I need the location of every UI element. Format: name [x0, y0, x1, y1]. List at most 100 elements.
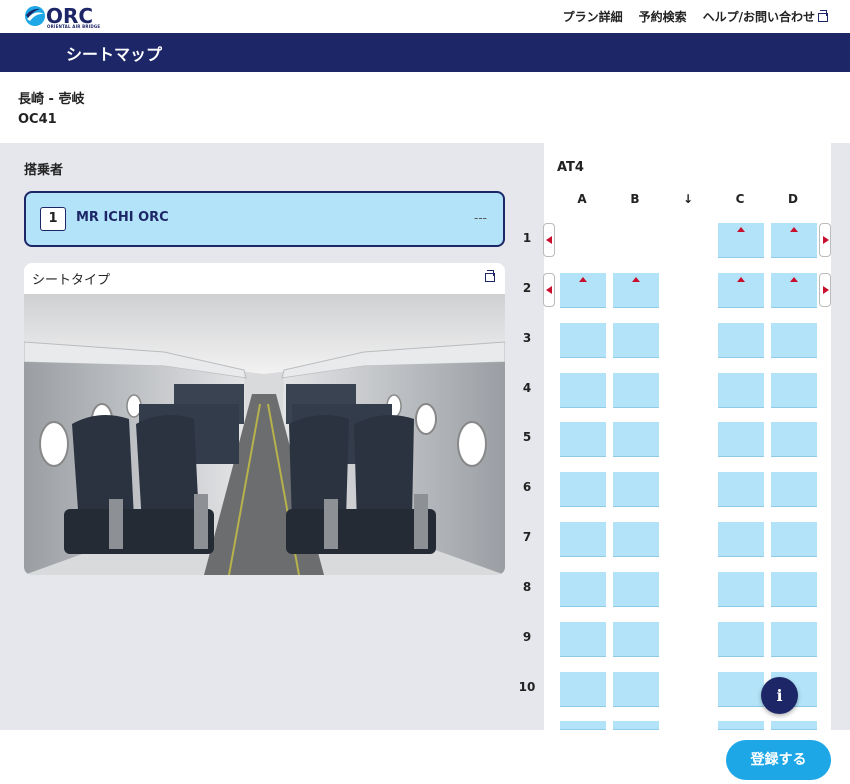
seat-11b[interactable] [613, 721, 659, 730]
row-number: 10 [518, 680, 536, 694]
seat-4d[interactable] [771, 373, 817, 408]
passengers-heading: 搭乗者 [24, 163, 64, 178]
seat-9c[interactable] [718, 622, 764, 657]
flight-number: OC41 [18, 112, 57, 127]
aircraft-type: AT4 [557, 160, 584, 175]
cabin-photo [24, 294, 505, 575]
nav-booking-search[interactable]: 予約検索 [639, 8, 687, 25]
top-navigation-bar: ORC ORIENTAL AIR BRIDGE プラン詳細 予約検索 ヘルプ/お… [0, 0, 850, 33]
restriction-marker-icon [579, 277, 587, 282]
row-number: 8 [522, 580, 532, 594]
seat-4c[interactable] [718, 373, 764, 408]
header-nav: プラン詳細 予約検索 ヘルプ/お問い合わせ [563, 8, 828, 25]
seat-6d[interactable] [771, 472, 817, 507]
seat-1c[interactable] [718, 223, 764, 258]
passenger-card[interactable]: 1 MR ICHI ORC --- [24, 191, 505, 247]
restriction-marker-icon [790, 227, 798, 232]
exit-marker-right [819, 223, 831, 257]
route-segment: 長崎 - 壱岐 [18, 92, 85, 107]
seat-5c[interactable] [718, 422, 764, 457]
row-number: 2 [522, 281, 532, 295]
nav-help-label: ヘルプ/お問い合わせ [702, 10, 815, 24]
seat-9b[interactable] [613, 622, 659, 657]
seat-5b[interactable] [613, 422, 659, 457]
seat-11c[interactable] [718, 721, 764, 730]
page-title: シートマップ [66, 45, 163, 64]
passenger-number: 1 [40, 207, 66, 231]
row-number: 5 [522, 430, 532, 444]
passenger-name: MR ICHI ORC [76, 210, 169, 225]
info-button[interactable]: i [761, 677, 798, 714]
column-header-a: A [577, 192, 587, 206]
seat-3a[interactable] [560, 323, 606, 358]
row-number: 7 [522, 530, 532, 544]
external-link-icon[interactable] [485, 270, 495, 282]
seat-2b[interactable] [613, 273, 659, 308]
column-header-d: D [788, 192, 798, 206]
seat-9a[interactable] [560, 622, 606, 657]
restriction-marker-icon [632, 277, 640, 282]
seat-8c[interactable] [718, 572, 764, 607]
seat-7c[interactable] [718, 522, 764, 557]
seat-11a[interactable] [560, 721, 606, 730]
exit-arrow-icon [546, 286, 552, 294]
row-number: 1 [522, 231, 532, 245]
seat-9d[interactable] [771, 622, 817, 657]
logo-mark-icon [25, 6, 45, 26]
restriction-marker-icon [737, 227, 745, 232]
exit-marker-left [543, 273, 555, 307]
exit-arrow-icon [546, 236, 552, 244]
nav-help-contact[interactable]: ヘルプ/お問い合わせ [703, 8, 828, 25]
row-number: 3 [522, 331, 532, 345]
seat-7a[interactable] [560, 522, 606, 557]
seat-map-edge [831, 143, 850, 730]
seat-2d[interactable] [771, 273, 817, 308]
passenger-seat: --- [474, 211, 487, 225]
seat-6b[interactable] [613, 472, 659, 507]
seat-type-title: シートタイプ [32, 273, 111, 288]
seat-6c[interactable] [718, 472, 764, 507]
seat-type-card: シートタイプ [24, 263, 505, 575]
page-title-bar: シートマップ [0, 33, 850, 72]
seat-5d[interactable] [771, 422, 817, 457]
logo-subtitle: ORIENTAL AIR BRIDGE [47, 24, 101, 29]
seat-10b[interactable] [613, 672, 659, 707]
seat-7d[interactable] [771, 522, 817, 557]
exit-arrow-icon [823, 236, 829, 244]
seat-5a[interactable] [560, 422, 606, 457]
exit-arrow-icon [823, 286, 829, 294]
row-number: 9 [522, 630, 532, 644]
restriction-marker-icon [737, 277, 745, 282]
register-button[interactable]: 登録する [726, 740, 831, 780]
seat-3c[interactable] [718, 323, 764, 358]
column-header-b: B [630, 192, 640, 206]
seat-6a[interactable] [560, 472, 606, 507]
external-link-icon [818, 10, 828, 22]
orc-logo[interactable]: ORC ORIENTAL AIR BRIDGE [24, 4, 106, 29]
seat-10c[interactable] [718, 672, 764, 707]
seat-2a[interactable] [560, 273, 606, 308]
seat-4a[interactable] [560, 373, 606, 408]
seat-8b[interactable] [613, 572, 659, 607]
logo-text: ORC [46, 4, 94, 28]
row-number: 6 [522, 480, 532, 494]
seat-8d[interactable] [771, 572, 817, 607]
nav-plan-details[interactable]: プラン詳細 [563, 8, 623, 25]
column-header-c: C [735, 192, 745, 206]
seat-1d[interactable] [771, 223, 817, 258]
exit-marker-right [819, 273, 831, 307]
seat-3b[interactable] [613, 323, 659, 358]
seat-8a[interactable] [560, 572, 606, 607]
restriction-marker-icon [790, 277, 798, 282]
flight-info: 長崎 - 壱岐 OC41 [0, 72, 850, 143]
seat-3d[interactable] [771, 323, 817, 358]
seat-4b[interactable] [613, 373, 659, 408]
footer-bar [0, 730, 850, 784]
seat-7b[interactable] [613, 522, 659, 557]
seat-11d[interactable] [771, 721, 817, 730]
aisle-arrow-icon: ↓ [682, 192, 694, 206]
exit-marker-left [543, 223, 555, 257]
seat-2c[interactable] [718, 273, 764, 308]
seat-10a[interactable] [560, 672, 606, 707]
row-number: 4 [522, 381, 532, 395]
